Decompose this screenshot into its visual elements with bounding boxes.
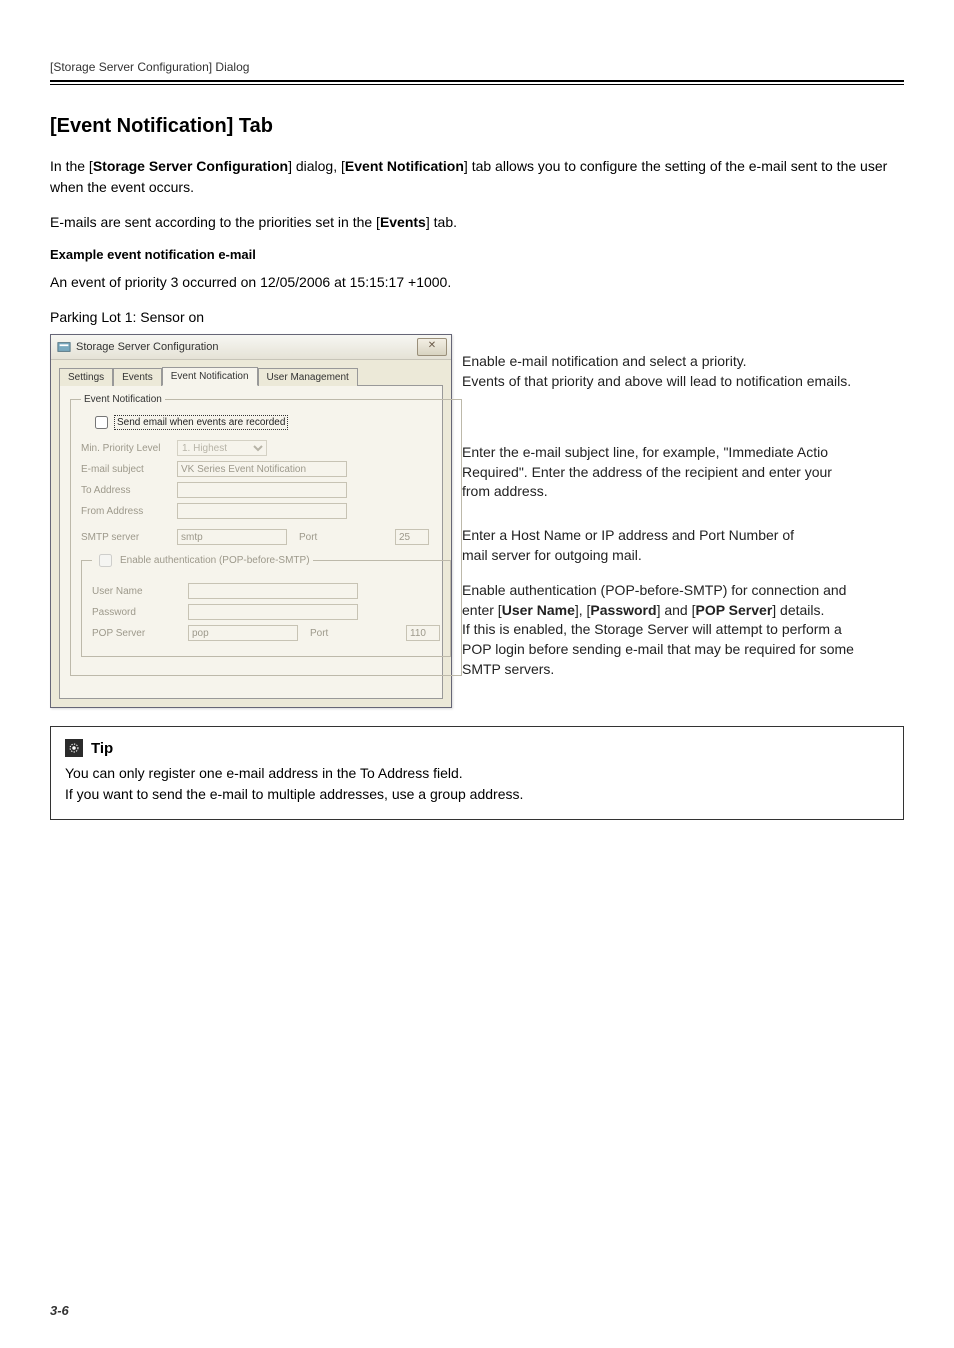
pop-server-label: POP Server [92,628,182,639]
callout-4-text: ] details. [772,602,824,618]
running-header: [Storage Server Configuration] Dialog [50,60,904,80]
callout-4-line-5: SMTP servers. [462,660,904,680]
callout-1-line-1: Enable e-mail notification and select a … [462,352,904,372]
event-notification-group: Event Notification Send email when event… [70,394,462,676]
tab-body: Event Notification Send email when event… [59,385,443,699]
pop-auth-group: Enable authentication (POP-before-SMTP) … [81,551,451,657]
tip-line-2: If you want to send the e-mail to multip… [65,784,889,805]
to-address-input[interactable] [177,482,347,498]
callout-3-line-2: mail server for outgoing mail. [462,546,904,566]
intro-paragraph-1: In the [Storage Server Configuration] di… [50,156,904,198]
intro-text: In the [ [50,158,93,174]
example-line-1: An event of priority 3 occurred on 12/05… [50,272,904,293]
password-label: Password [92,607,182,618]
example-heading: Example event notification e-mail [50,247,904,262]
intro-bold-2: Event Notification [345,158,464,174]
send-email-checkbox[interactable] [95,416,108,429]
callout-3: Enter a Host Name or IP address and Port… [452,526,904,565]
pop-port-input[interactable] [406,625,440,641]
example-line-2: Parking Lot 1: Sensor on [50,307,904,328]
dialog-title: Storage Server Configuration [76,341,218,353]
password-input[interactable] [188,604,358,620]
smtp-server-label: SMTP server [81,532,171,543]
header-rule [50,80,904,85]
intro2-bold: Events [380,214,426,230]
callout-4: Enable authentication (POP-before-SMTP) … [452,581,904,679]
pop-auth-legend: Enable authentication (POP-before-SMTP) [92,551,313,570]
email-subject-input[interactable] [177,461,347,477]
callout-2-line-2: Required". Enter the address of the reci… [462,463,904,483]
tip-box: Tip You can only register one e-mail add… [50,726,904,820]
tab-events[interactable]: Events [113,368,162,386]
storage-server-config-dialog: Storage Server Configuration ✕ Settings … [50,334,452,708]
figure-row: Storage Server Configuration ✕ Settings … [50,334,904,708]
callout-4-bold: POP Server [695,602,772,618]
email-subject-label: E-mail subject [81,464,171,475]
from-address-label: From Address [81,506,171,517]
intro-text: ] dialog, [ [288,158,345,174]
tip-icon [65,739,83,757]
intro2-text: ] tab. [426,214,457,230]
min-priority-label: Min. Priority Level [81,443,171,454]
callout-1-line-2: Events of that priority and above will l… [462,372,904,392]
tip-line-1: You can only register one e-mail address… [65,763,889,784]
callouts-column: Enable e-mail notification and select a … [452,334,904,679]
callout-3-line-1: Enter a Host Name or IP address and Port… [462,526,904,546]
callout-4-text: ], [ [575,602,591,618]
pop-server-input[interactable] [188,625,298,641]
pop-auth-checkbox[interactable] [99,554,112,567]
tabs-row: Settings Events Event Notification User … [51,360,451,385]
callout-4-line-3: If this is enabled, the Storage Server w… [462,620,904,640]
callout-2-line-1: Enter the e-mail subject line, for examp… [462,443,904,463]
callout-4-text: ] and [ [657,602,696,618]
tab-event-notification[interactable]: Event Notification [162,367,258,386]
callout-4-line-1: Enable authentication (POP-before-SMTP) … [462,581,904,601]
callout-1: Enable e-mail notification and select a … [452,352,904,391]
intro-paragraph-2: E-mails are sent according to the priori… [50,212,904,233]
callout-4-bold: User Name [502,602,575,618]
tip-header: Tip [65,739,889,757]
pop-auth-label: Enable authentication (POP-before-SMTP) [120,555,310,566]
app-icon [57,340,71,354]
pop-port-label: Port [310,628,400,639]
tip-title: Tip [91,740,113,757]
tab-settings[interactable]: Settings [59,368,113,386]
intro2-text: E-mails are sent according to the priori… [50,214,380,230]
callout-4-line-4: POP login before sending e-mail that may… [462,640,904,660]
callout-4-line-2: enter [User Name], [Password] and [POP S… [462,601,904,621]
callout-4-text: enter [ [462,602,502,618]
user-name-label: User Name [92,586,182,597]
from-address-input[interactable] [177,503,347,519]
to-address-label: To Address [81,485,171,496]
dialog-titlebar: Storage Server Configuration ✕ [51,335,451,360]
smtp-port-label: Port [299,532,389,543]
page-number: 3-6 [50,1303,69,1318]
smtp-port-input[interactable] [395,529,429,545]
min-priority-select[interactable]: 1. Highest [177,440,267,456]
smtp-server-input[interactable] [177,529,287,545]
send-email-label: Send email when events are recorded [116,417,286,428]
user-name-input[interactable] [188,583,358,599]
callout-2: Enter the e-mail subject line, for examp… [452,443,904,502]
callout-4-bold: Password [590,602,656,618]
event-notification-legend: Event Notification [81,394,165,405]
tab-user-management[interactable]: User Management [258,368,358,386]
intro-bold-1: Storage Server Configuration [93,158,288,174]
close-button[interactable]: ✕ [417,338,447,356]
section-title: [Event Notification] Tab [50,115,904,138]
callout-2-line-3: from address. [462,482,904,502]
